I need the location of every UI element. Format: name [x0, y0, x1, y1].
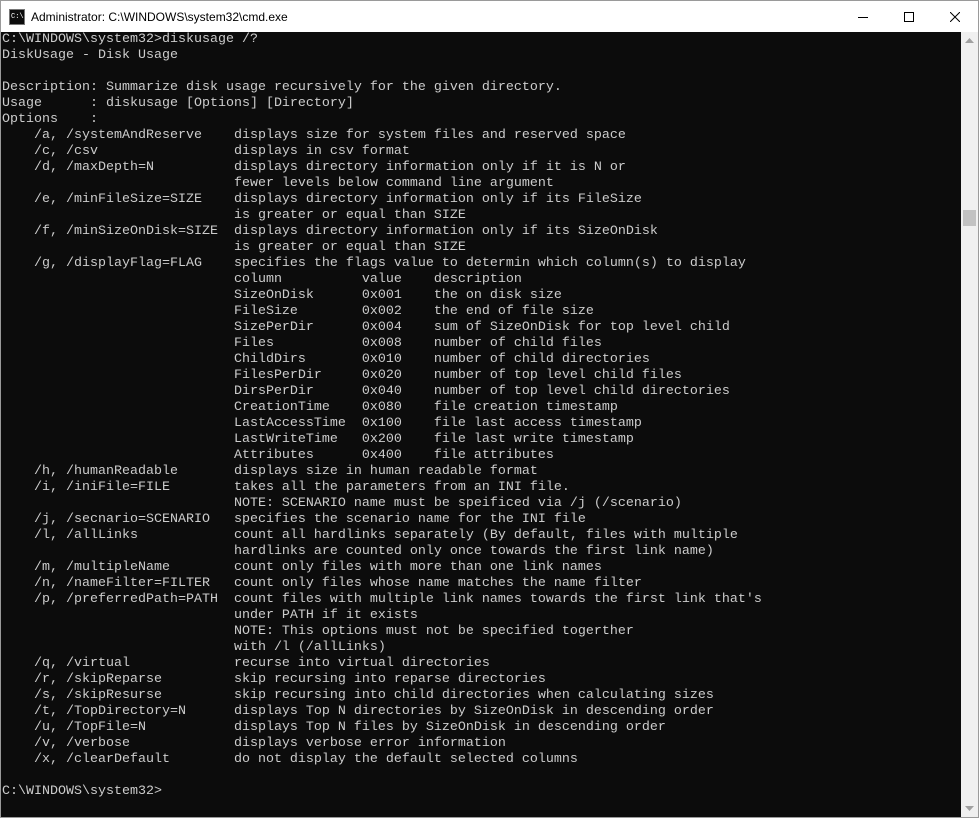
console-line: /f, /minSizeOnDisk=SIZE displays directo…	[2, 224, 658, 239]
console-line: C:\WINDOWS\system32>diskusage /?	[2, 32, 258, 47]
console-line: Files 0x008 number of child files	[2, 336, 602, 351]
console-line: /v, /verbose displays verbose error info…	[2, 736, 506, 751]
console-line: /q, /virtual recurse into virtual direct…	[2, 656, 490, 671]
console-line: /x, /clearDefault do not display the def…	[2, 752, 578, 767]
cmd-console-icon: C:\	[9, 8, 25, 25]
minimize-icon	[858, 16, 868, 18]
console-line: /i, /iniFile=FILE takes all the paramete…	[2, 480, 570, 495]
minimize-button[interactable]	[840, 1, 886, 32]
console-line: FilesPerDir 0x020 number of top level ch…	[2, 368, 682, 383]
console-output[interactable]: C:\WINDOWS\system32>diskusage /? DiskUsag…	[1, 32, 961, 817]
console-line: SizePerDir 0x004 sum of SizeOnDisk for t…	[2, 320, 730, 335]
console-line: hardlinks are counted only once towards …	[2, 544, 714, 559]
console-line: with /l (/allLinks)	[2, 640, 386, 655]
console-line: is greater or equal than SIZE	[2, 208, 466, 223]
console-line: /c, /csv displays in csv format	[2, 144, 410, 159]
console-line: /n, /nameFilter=FILTER count only files …	[2, 576, 642, 591]
console-line: /j, /secnario=SCENARIO specifies the sce…	[2, 512, 586, 527]
console-line: /s, /skipResurse skip recursing into chi…	[2, 688, 714, 703]
console-line: /r, /skipReparse skip recursing into rep…	[2, 672, 546, 687]
console-line: Description: Summarize disk usage recurs…	[2, 80, 562, 95]
console-line: /h, /humanReadable displays size in huma…	[2, 464, 538, 479]
console-line: /d, /maxDepth=N displays directory infor…	[2, 160, 626, 175]
console-line: DirsPerDir 0x040 number of top level chi…	[2, 384, 730, 399]
console-line: /p, /preferredPath=PATH count files with…	[2, 592, 762, 607]
console-window: C:\ Administrator: C:\WINDOWS\system32\c…	[0, 0, 979, 818]
console-line: FileSize 0x002 the end of file size	[2, 304, 594, 319]
console-line: /g, /displayFlag=FLAG specifies the flag…	[2, 256, 746, 271]
title-bar[interactable]: C:\ Administrator: C:\WINDOWS\system32\c…	[1, 1, 978, 32]
console-line: /l, /allLinks count all hardlinks separa…	[2, 528, 738, 543]
console-line: /e, /minFileSize=SIZE displays directory…	[2, 192, 642, 207]
console-line: LastWriteTime 0x200 file last write time…	[2, 432, 634, 447]
scroll-up-button[interactable]	[961, 32, 978, 49]
maximize-button[interactable]	[886, 1, 932, 32]
scrollbar-thumb[interactable]	[963, 210, 976, 226]
console-line: fewer levels below command line argument	[2, 176, 554, 191]
console-line: /a, /systemAndReserve displays size for …	[2, 128, 626, 143]
console-line: NOTE: This options must not be specified…	[2, 624, 634, 639]
console-line: /u, /TopFile=N displays Top N files by S…	[2, 720, 666, 735]
console-text: C:\WINDOWS\system32>diskusage /? DiskUsag…	[1, 32, 961, 800]
console-line: /m, /multipleName count only files with …	[2, 560, 602, 575]
console-line: under PATH if it exists	[2, 608, 418, 623]
console-line: NOTE: SCENARIO name must be speificed vi…	[2, 496, 682, 511]
console-line: ChildDirs 0x010 number of child director…	[2, 352, 650, 367]
maximize-icon	[904, 11, 914, 22]
console-line: DiskUsage - Disk Usage	[2, 48, 178, 63]
console-line: is greater or equal than SIZE	[2, 240, 466, 255]
console-line: Attributes 0x400 file attributes	[2, 448, 554, 463]
console-line: SizeOnDisk 0x001 the on disk size	[2, 288, 562, 303]
arrow-down-icon	[965, 805, 974, 811]
close-button[interactable]	[932, 1, 978, 32]
console-line: CreationTime 0x080 file creation timesta…	[2, 400, 618, 415]
close-icon	[950, 11, 960, 22]
console-line: /t, /TopDirectory=N displays Top N direc…	[2, 704, 714, 719]
arrow-up-icon	[965, 37, 974, 43]
console-line: column value description	[2, 272, 522, 287]
scroll-down-button[interactable]	[961, 800, 978, 817]
console-line: Options :	[2, 112, 98, 127]
console-line: Usage : diskusage [Options] [Directory]	[2, 96, 354, 111]
console-line: LastAccessTime 0x100 file last access ti…	[2, 416, 642, 431]
console-line: C:\WINDOWS\system32>	[2, 784, 162, 799]
vertical-scrollbar[interactable]	[961, 32, 978, 817]
window-title: Administrator: C:\WINDOWS\system32\cmd.e…	[31, 9, 288, 24]
